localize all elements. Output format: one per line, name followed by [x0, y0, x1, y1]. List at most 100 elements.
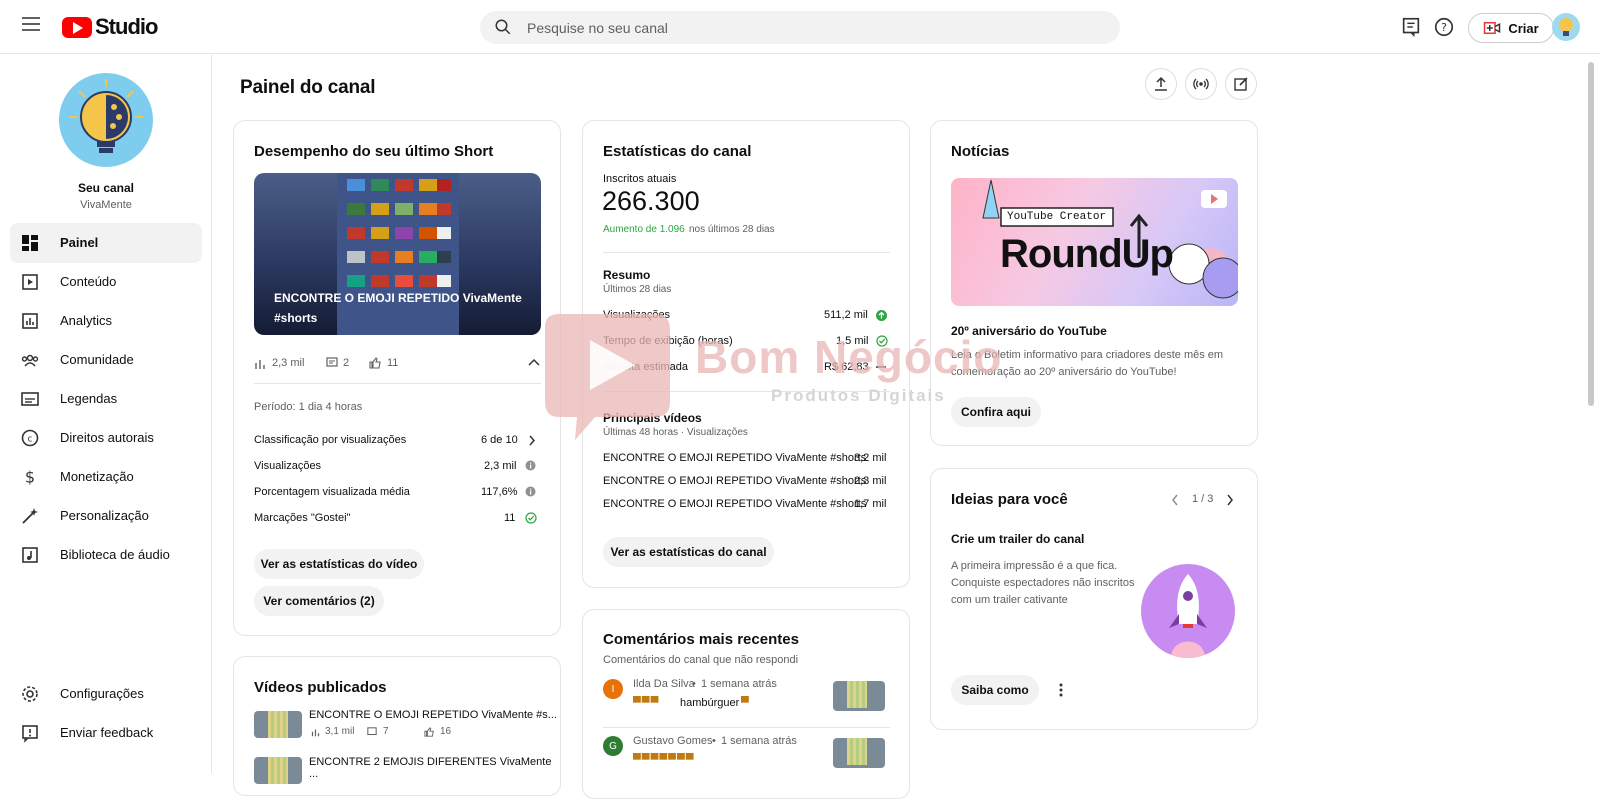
- summary-title: Resumo: [603, 268, 651, 282]
- check-circle-icon: [525, 512, 537, 524]
- sidebar-item-configuracoes[interactable]: Configurações: [10, 674, 202, 714]
- video-thumbnail[interactable]: [833, 681, 885, 711]
- sidebar-item-biblioteca-audio[interactable]: Biblioteca de áudio: [10, 535, 202, 575]
- comment-author[interactable]: Gustavo Gomes: [633, 735, 712, 747]
- news-cta-button[interactable]: Confira aqui: [951, 397, 1041, 427]
- metric-value: 117,6%: [481, 486, 518, 498]
- messages-icon[interactable]: [1400, 16, 1422, 38]
- sidebar-item-label: Configurações: [60, 686, 144, 701]
- more-options-icon[interactable]: [1059, 683, 1063, 697]
- views-icon: [255, 360, 265, 369]
- arrow-up-icon: [876, 310, 887, 321]
- sidebar-item-label: Monetização: [60, 469, 134, 484]
- metric-label: Marcações "Gostei": [254, 512, 351, 524]
- channel-avatar[interactable]: [59, 73, 153, 167]
- chevron-right-icon[interactable]: [528, 435, 536, 446]
- summary-value: R$ 62,83: [824, 361, 869, 373]
- account-avatar[interactable]: [1552, 13, 1580, 41]
- news-headline: 20º aniversário do YouTube: [951, 324, 1107, 338]
- summary-label: Tempo de exibição (horas): [603, 335, 733, 347]
- go-live-button[interactable]: [1185, 68, 1217, 100]
- svg-text:$: $: [25, 468, 35, 487]
- channel-stats-card: Estatísticas do canal Inscritos atuais 2…: [582, 120, 910, 588]
- top-videos-period: Últimas 48 horas · Visualizações: [603, 427, 748, 438]
- ideas-body: A primeira impressão é a que fica. Conqu…: [951, 560, 1135, 606]
- sidebar-item-personalizacao[interactable]: Personalização: [10, 496, 202, 536]
- chevron-left-icon[interactable]: [1171, 494, 1179, 506]
- sidebar-item-analytics[interactable]: Analytics: [10, 301, 202, 341]
- dashboard-icon: [22, 235, 38, 251]
- help-icon[interactable]: ?: [1433, 16, 1455, 38]
- search-input[interactable]: Pesquise no seu canal: [527, 20, 668, 36]
- create-post-button[interactable]: [1225, 68, 1257, 100]
- creator-roundup-banner[interactable]: YouTube Creator RoundUp: [951, 178, 1238, 306]
- live-icon: [1193, 78, 1209, 90]
- info-icon[interactable]: [525, 486, 536, 497]
- last-short-card: Desempenho do seu último Short ENCONTRE …: [233, 120, 561, 636]
- video-thumbnail[interactable]: [833, 738, 885, 768]
- create-video-icon: [1484, 22, 1501, 34]
- metric-label: Porcentagem visualizada média: [254, 486, 410, 498]
- content-icon: [22, 274, 38, 290]
- sidebar-item-conteudo[interactable]: Conteúdo: [10, 262, 202, 302]
- view-comments-button[interactable]: Ver comentários (2): [254, 586, 384, 616]
- upload-button[interactable]: [1145, 68, 1177, 100]
- comment-author[interactable]: Ilda Da Silva: [633, 678, 695, 690]
- avatar[interactable]: I: [603, 679, 623, 699]
- ideas-card: Ideias para você 1 / 3 Crie um trailer d…: [930, 468, 1258, 730]
- summary-period: Últimos 28 dias: [603, 284, 672, 295]
- channel-stats-button[interactable]: Ver as estatísticas do canal: [603, 537, 774, 567]
- menu-icon[interactable]: [22, 17, 40, 31]
- info-icon[interactable]: [525, 460, 536, 471]
- create-label: Criar: [1508, 20, 1539, 36]
- divider: [603, 391, 890, 392]
- avatar[interactable]: G: [603, 736, 623, 756]
- sidebar-item-comunidade[interactable]: Comunidade: [10, 340, 202, 380]
- studio-logo[interactable]: Studio: [62, 14, 158, 40]
- ideas-headline: Crie um trailer do canal: [951, 532, 1085, 546]
- sidebar-item-label: Comunidade: [60, 352, 134, 367]
- analytics-icon: [22, 313, 38, 329]
- chevron-up-icon[interactable]: [528, 357, 540, 367]
- divider: [603, 252, 890, 253]
- search-bar[interactable]: Pesquise no seu canal: [480, 11, 1120, 44]
- top-video-title[interactable]: ENCONTRE O EMOJI REPETIDO VivaMente #sho…: [603, 452, 866, 464]
- svg-text:c: c: [28, 435, 33, 445]
- top-video-views: 2,3 mil: [854, 475, 887, 487]
- short-comments: 2: [343, 357, 350, 369]
- comment-text: hambúrguer: [680, 697, 740, 709]
- sidebar-item-monetizacao[interactable]: $ Monetização: [10, 457, 202, 497]
- top-video-title[interactable]: ENCONTRE O EMOJI REPETIDO VivaMente #sho…: [603, 475, 866, 487]
- top-video-views: 3,2 mil: [854, 452, 887, 464]
- sidebar-item-legendas[interactable]: Legendas: [10, 379, 202, 419]
- video-thumbnail[interactable]: [254, 757, 302, 784]
- comment-time: 1 semana atrás: [701, 678, 777, 690]
- metric-label: Visualizações: [254, 460, 322, 472]
- video-stats-button[interactable]: Ver as estatísticas do vídeo: [254, 549, 424, 579]
- create-button[interactable]: Criar: [1468, 13, 1554, 43]
- subscribers-increase: Aumento de 1.096: [603, 224, 685, 235]
- sidebar-item-direitos-autorais[interactable]: c Direitos autorais: [10, 418, 202, 458]
- channel-title: Seu canal: [77, 181, 135, 195]
- like-icon: [424, 727, 434, 737]
- learn-more-button[interactable]: Saiba como: [951, 675, 1039, 705]
- short-views: 2,3 mil: [272, 357, 305, 369]
- video-comments: 7: [383, 726, 389, 737]
- summary-value: 511,2 mil: [824, 309, 868, 321]
- sidebar-item-feedback[interactable]: Enviar feedback: [10, 713, 202, 753]
- video-thumbnail[interactable]: [254, 711, 302, 738]
- short-thumbnail[interactable]: ENCONTRE O EMOJI REPETIDO VivaMente #sho…: [254, 173, 541, 335]
- scrollbar[interactable]: [1588, 62, 1594, 406]
- lightbulb-brain-icon: [69, 79, 143, 153]
- news-card: Notícias YouTube Creator RoundUp 20º ani…: [930, 120, 1258, 446]
- video-title[interactable]: ENCONTRE 2 EMOJIS DIFERENTES VivaMente .…: [309, 756, 560, 780]
- sidebar-item-painel[interactable]: Painel: [10, 223, 202, 263]
- top-video-title[interactable]: ENCONTRE O EMOJI REPETIDO VivaMente #sho…: [603, 498, 866, 510]
- banner-title: RoundUp: [1000, 232, 1174, 276]
- sidebar: Seu canal VivaMente Painel Conteúdo Anal…: [0, 55, 212, 773]
- video-title[interactable]: ENCONTRE O EMOJI REPETIDO VivaMente #s..…: [309, 709, 557, 721]
- short-period: Período: 1 dia 4 horas: [254, 401, 363, 413]
- comment-icon: [326, 357, 338, 367]
- chevron-right-icon[interactable]: [1226, 494, 1234, 506]
- monetization-icon: $: [25, 468, 35, 487]
